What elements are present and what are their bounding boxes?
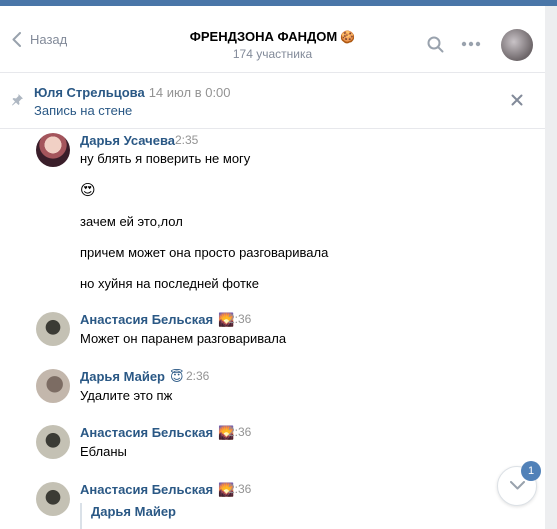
message-text: Удалите это пж — [80, 388, 173, 403]
message-emoji: 😍 — [80, 182, 96, 199]
halo-emoji: 😇 — [170, 369, 184, 384]
message-group: Анастасия Бельская 🌄 2:36 Ебланы — [0, 425, 545, 465]
chat-header: Назад ФРЕНДЗОНА ФАНДОМ 🍪 174 участника — [0, 20, 545, 73]
message-time: 2:35 — [175, 133, 199, 147]
pinned-author-line: Юля Стрельцова 14 июл в 0:00 — [34, 85, 231, 100]
message-time: 2:36 — [228, 312, 252, 326]
message-author[interactable]: Анастасия Бельская 🌄 — [80, 482, 234, 498]
chevron-down-icon — [510, 481, 525, 490]
message-text: причем может она просто разговаривала — [80, 245, 329, 260]
message-time: 2:36 — [186, 369, 210, 383]
message-group: Анастасия Бельская 🌄 2:36 Может он паране… — [0, 312, 545, 352]
message-author[interactable]: Анастасия Бельская 🌄 — [80, 312, 234, 328]
pinned-date: 14 июл в 0:00 — [148, 85, 231, 100]
reply-quote[interactable]: Дарья Майер — [80, 503, 176, 529]
avatar[interactable] — [36, 369, 70, 403]
pinned-message[interactable]: Юля Стрельцова 14 июл в 0:00 Запись на ст… — [0, 74, 545, 129]
pinned-author[interactable]: Юля Стрельцова — [34, 85, 145, 100]
chat-name: ФРЕНДЗОНА ФАНДОМ — [189, 29, 338, 44]
message-author[interactable]: Дарья Усачева — [80, 133, 175, 148]
close-icon[interactable] — [511, 94, 523, 106]
unread-badge: 1 — [521, 461, 541, 481]
avatar[interactable] — [36, 133, 70, 167]
member-count: 174 участника — [232, 47, 313, 61]
message-time: 2:36 — [228, 425, 252, 439]
avatar[interactable] — [36, 312, 70, 346]
message-text: ну блять я поверить не могу — [80, 151, 251, 166]
message-text: Ебланы — [80, 444, 127, 459]
avatar[interactable] — [36, 482, 70, 516]
message-group: Дарья Майер 😇 2:36 Удалите это пж — [0, 369, 545, 409]
pin-icon — [12, 94, 23, 106]
reply-author: Дарья Майер — [91, 504, 177, 519]
pinned-wall-post-link[interactable]: Запись на стене — [34, 103, 132, 118]
avatar[interactable] — [36, 425, 70, 459]
message-group: Анастасия Бельская 🌄 2:36 Дарья Майер — [0, 482, 545, 529]
search-icon[interactable] — [427, 36, 444, 53]
message-list: Дарья Усачева 2:35 ну блять я поверить н… — [0, 130, 545, 529]
message-text: Может он паранем разговаривала — [80, 331, 287, 346]
message-text: зачем ей это,лол — [80, 214, 183, 229]
message-author[interactable]: Дарья Майер 😇 — [80, 369, 184, 385]
cookie-emoji: 🍪 — [340, 30, 356, 44]
message-text: но хуйня на последней фотке — [80, 276, 259, 291]
chat-panel: Назад ФРЕНДЗОНА ФАНДОМ 🍪 174 участника Юл… — [0, 6, 545, 529]
chat-avatar[interactable] — [501, 29, 533, 61]
message-author[interactable]: Анастасия Бельская 🌄 — [80, 425, 234, 441]
message-time: 2:36 — [228, 482, 252, 496]
more-icon[interactable] — [461, 41, 481, 47]
message-group: Дарья Усачева 2:35 ну блять я поверить н… — [0, 133, 545, 303]
